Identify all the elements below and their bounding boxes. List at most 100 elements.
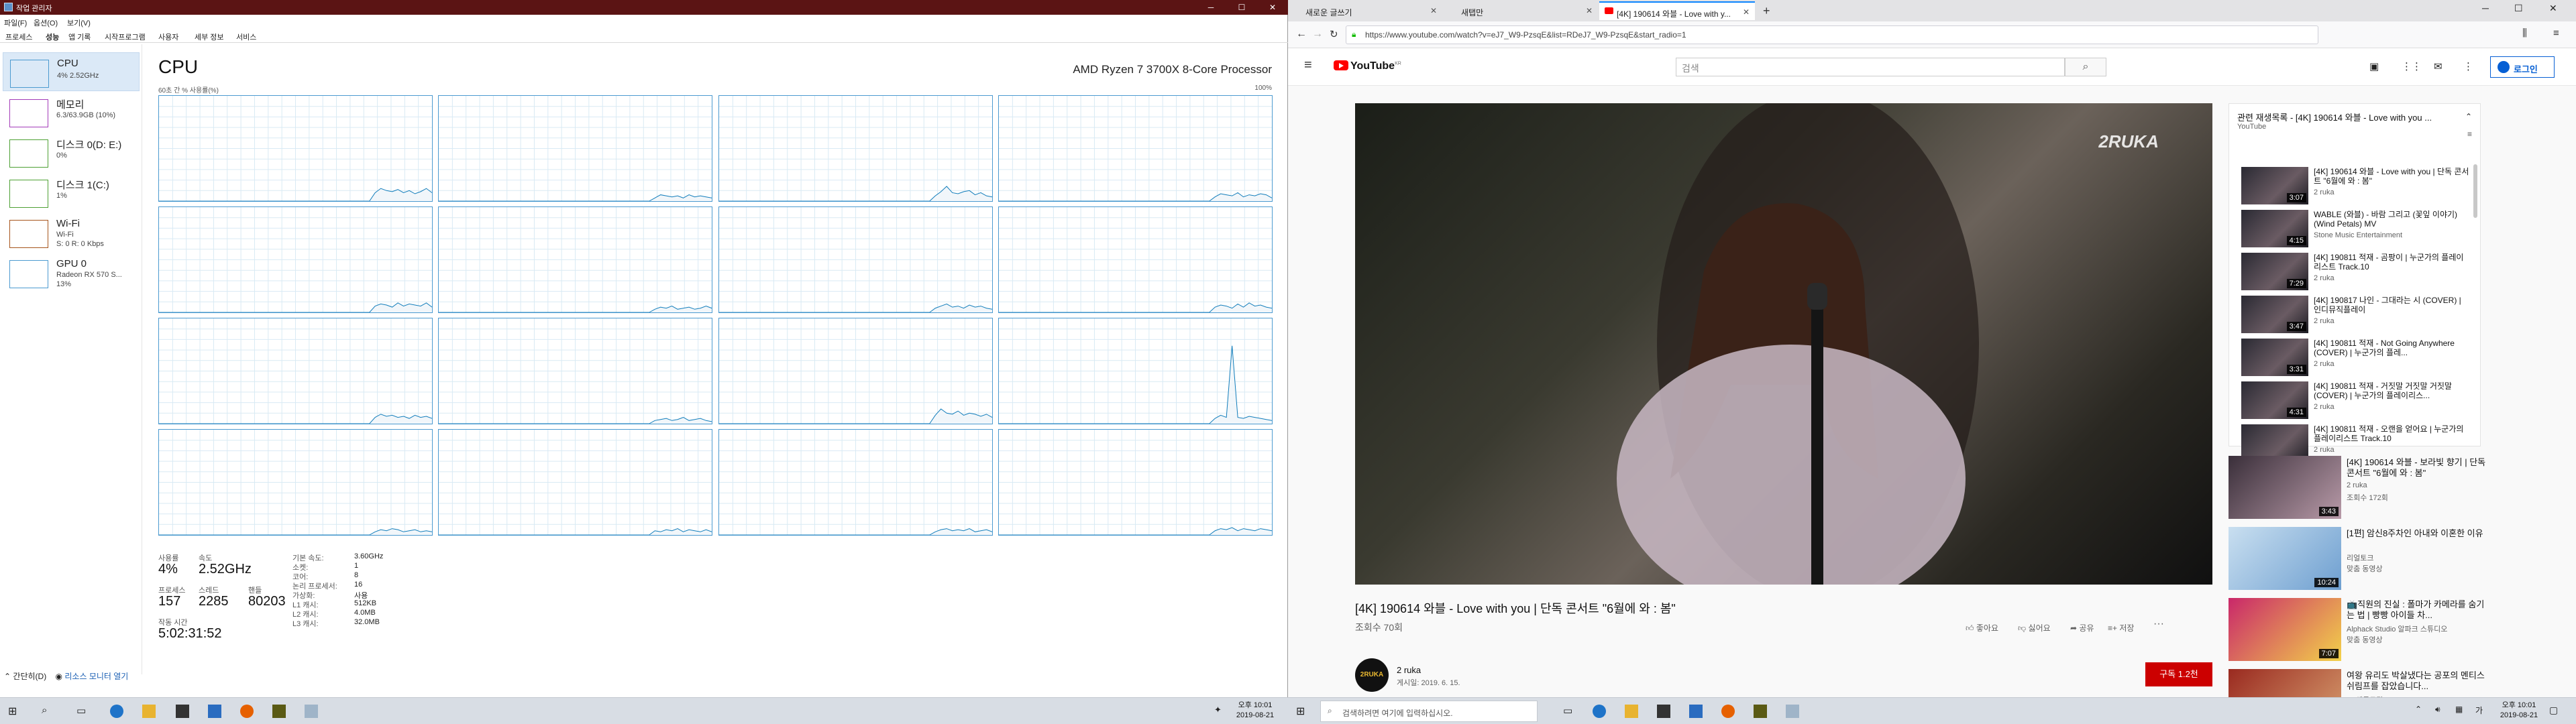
playlist-item[interactable]: 3:47 [4K] 190817 나인 - 그대라는 시 (COVER) | 인… <box>2241 294 2476 336</box>
playlist-title[interactable]: 관련 재생목록 - [4K] 190614 와블 - Love with you… <box>2237 111 2452 123</box>
dislike-button[interactable]: 👎︎ 싫어요 <box>2018 622 2051 634</box>
channel-avatar[interactable]: 2RUKA <box>1355 658 1389 692</box>
recommended-video[interactable]: 3:43 [4K] 190614 와블 - 보라빛 향기 | 단독 콘서트 "6… <box>2229 456 2497 520</box>
close-button[interactable]: ✕ <box>2549 3 2557 14</box>
save-button[interactable]: ≡+ 저장 <box>2108 622 2134 634</box>
more-actions-icon[interactable]: ··· <box>2153 618 2164 630</box>
edge-icon[interactable] <box>1593 705 1606 718</box>
fewer-details-link[interactable]: 간단히(D) <box>13 672 46 681</box>
notifications-icon[interactable]: ▢ <box>2549 705 2558 716</box>
recommended-video[interactable]: 10:24 [1편] 암신8주차인 아내와 이혼한 이유 리얼토크 맞춤 동영상 <box>2229 527 2497 591</box>
tab-services[interactable]: 서비스 <box>236 32 256 42</box>
sidebar-item-disk0[interactable]: 디스크 0(D: E:) 0% <box>3 133 140 172</box>
task-view-icon[interactable]: ▭ <box>76 705 90 718</box>
share-button[interactable]: ➦ 공유 <box>2070 622 2094 634</box>
file-explorer-icon[interactable] <box>142 705 156 718</box>
playlist-item[interactable]: 7:29 [4K] 190811 적재 - 곰팡이 | 누군가의 플레이리스트 … <box>2241 251 2476 293</box>
sign-in-button[interactable]: 로그인 <box>2490 56 2555 78</box>
tab-performance[interactable]: 성능 <box>46 32 59 42</box>
search-button[interactable]: ⌕ <box>2065 58 2106 76</box>
sidebar-item-gpu[interactable]: GPU 0 Radeon RX 570 S... 13% <box>3 253 140 292</box>
windows-start-icon[interactable]: ⊞ <box>1296 705 1309 718</box>
browser-tab[interactable]: 새탭만 ✕ <box>1444 1 1598 20</box>
firefox-icon[interactable] <box>1721 705 1735 718</box>
minimize-button[interactable]: ─ <box>2482 3 2489 13</box>
back-icon[interactable]: ← <box>1296 28 1307 40</box>
app-icon[interactable] <box>1754 705 1767 718</box>
tray-chevron-icon[interactable]: ⌃ <box>2415 705 2428 718</box>
browser-tab[interactable]: 새로운 글쓰기 ✕ <box>1288 1 1442 20</box>
youtube-logo[interactable]: YouTubeKR <box>1334 60 1401 72</box>
volume-icon[interactable]: 🔊︎ <box>2435 705 2449 718</box>
subscribe-button[interactable]: 구독 1.2천 <box>2145 662 2212 686</box>
sidebar-item-memory[interactable]: 메모리 6.3/63.9GB (10%) <box>3 93 140 131</box>
core-graph-svg <box>159 318 432 424</box>
tab-app-history[interactable]: 앱 기록 <box>68 32 91 42</box>
tab-processes[interactable]: 프로세스 <box>5 32 32 42</box>
network-icon[interactable]: ✦ <box>1214 705 1228 718</box>
sidebar-item-cpu[interactable]: CPU 4% 2.52GHz <box>3 52 140 91</box>
menu-icon[interactable]: ≡ <box>2553 27 2559 39</box>
sidebar-item-disk1[interactable]: 디스크 1(C:) 1% <box>3 173 140 212</box>
maximize-button[interactable]: ☐ <box>2514 3 2523 14</box>
tab-startup[interactable]: 시작프로그램 <box>105 32 146 42</box>
hamburger-icon[interactable]: ≡ <box>1304 58 1312 73</box>
windows-start-icon[interactable]: ⊞ <box>8 705 21 718</box>
address-bar[interactable]: 🔒︎ https://www.youtube.com/watch?v=eJ7_W… <box>1346 25 2318 44</box>
app-icon[interactable] <box>272 705 286 718</box>
playlist-item[interactable]: 4:15 WABLE (와블) - 바람 그리고 (꽃잎 이야기) (Wind … <box>2241 208 2476 250</box>
task-view-icon[interactable]: ▭ <box>1563 705 1576 718</box>
tab-details[interactable]: 세부 정보 <box>195 32 224 42</box>
messages-icon[interactable]: ✉ <box>2434 60 2443 72</box>
system-clock[interactable]: 오후 10:01 2019-08-21 <box>2496 701 2542 721</box>
sidebar-item-wifi[interactable]: Wi-Fi Wi-Fi S: 0 R: 0 Kbps <box>3 213 140 252</box>
collapse-icon[interactable]: ⌃ <box>2465 112 2472 121</box>
channel-name[interactable]: 2 ruka <box>1397 665 1421 675</box>
task-manager-taskbar-icon[interactable] <box>305 705 318 718</box>
mail-icon[interactable] <box>208 705 221 718</box>
reload-icon[interactable]: ↻ <box>1330 28 1338 40</box>
title-bar[interactable]: 작업 관리자 ─ ☐ ✕ <box>0 0 1288 15</box>
playlist-scrollbar[interactable] <box>2473 164 2477 218</box>
close-tab-icon[interactable]: ✕ <box>1430 6 1437 15</box>
open-resource-monitor-link[interactable]: 리소스 모니터 열기 <box>64 672 128 681</box>
maximize-button[interactable]: ☐ <box>1226 0 1257 15</box>
playlist-options-icon[interactable]: ≡ <box>2467 129 2472 139</box>
system-clock[interactable]: 오후 10:01 2019-08-21 <box>1232 701 1279 721</box>
playlist-item[interactable]: 3:07 [4K] 190614 와블 - Love with you | 단독… <box>2241 166 2476 207</box>
browser-tab-active[interactable]: [4K] 190614 와블 - Love with y... ✕ <box>1599 1 1755 20</box>
menu-file[interactable]: 파일(F) <box>4 17 27 28</box>
tab-users[interactable]: 사용자 <box>158 32 178 42</box>
playlist-item[interactable]: 4:31 [4K] 190811 적재 - 거짓말 거짓말 거짓말 (COVER… <box>2241 380 2476 422</box>
search-icon[interactable]: ⌕ <box>42 705 55 718</box>
new-tab-button[interactable]: + <box>1763 4 1770 18</box>
settings-icon[interactable]: ⋮ <box>2463 60 2473 72</box>
create-video-icon[interactable]: ▣ <box>2369 60 2379 72</box>
chevron-up-icon[interactable]: ⌃ <box>4 672 11 681</box>
network-icon[interactable]: ▦ <box>2455 705 2469 718</box>
close-tab-icon[interactable]: ✕ <box>1743 7 1750 17</box>
task-manager-taskbar-icon[interactable] <box>1786 705 1799 718</box>
search-input[interactable]: 검색 <box>1676 58 2065 76</box>
store-icon[interactable] <box>1657 705 1670 718</box>
firefox-icon[interactable] <box>240 705 254 718</box>
apps-icon[interactable]: ⋮⋮ <box>2402 60 2422 72</box>
playlist-item[interactable]: 3:31 [4K] 190811 적재 - Not Going Anywhere… <box>2241 337 2476 379</box>
mail-icon[interactable] <box>1689 705 1703 718</box>
minimize-button[interactable]: ─ <box>1195 0 1226 15</box>
input-method-icon[interactable]: 가 <box>2475 705 2489 718</box>
forward-icon[interactable]: → <box>1312 28 1323 40</box>
menu-options[interactable]: 옵션(O) <box>34 17 58 28</box>
edge-icon[interactable] <box>110 705 123 718</box>
taskbar-search-input[interactable]: ⌕ 검색하려면 여기에 입력하십시오. <box>1320 701 1538 722</box>
close-tab-icon[interactable]: ✕ <box>1586 6 1593 15</box>
menu-view[interactable]: 보기(V) <box>67 17 91 28</box>
file-explorer-icon[interactable] <box>1625 705 1638 718</box>
library-icon[interactable]: ⫼ <box>2522 27 2527 39</box>
close-button[interactable]: ✕ <box>1257 0 1288 15</box>
recommended-video[interactable]: 7:07 📺직원의 진실 : 폴마가 카메라를 숨기는 법 | 빵빵 아이들 차… <box>2229 598 2497 662</box>
sidebar-item-label: Wi-Fi <box>56 218 80 229</box>
video-player[interactable]: 2RUKA <box>1355 103 2212 585</box>
like-button[interactable]: 👍︎ 좋아요 <box>1966 622 1998 634</box>
store-icon[interactable] <box>176 705 189 718</box>
